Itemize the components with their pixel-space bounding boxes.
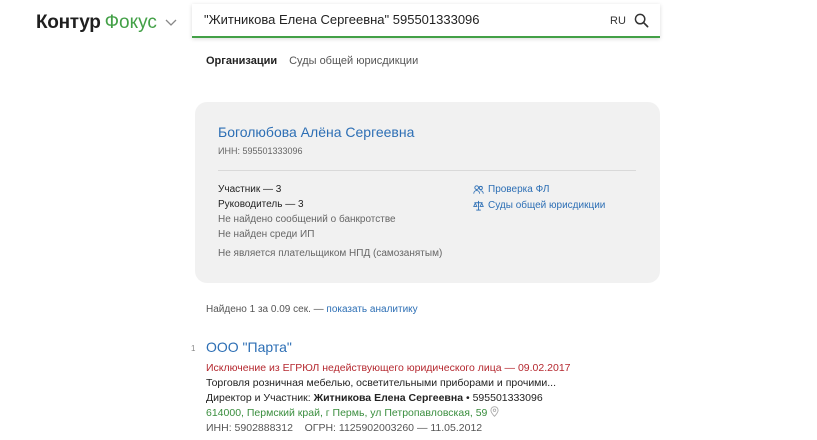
person-inn: ИНН: 595501333096 [218, 146, 303, 156]
language-switch[interactable]: RU [610, 15, 626, 27]
director-count[interactable]: Руководитель — 3 [218, 197, 396, 212]
map-pin-icon[interactable] [490, 406, 499, 417]
exclusion-status: Исключение из ЕГРЮЛ недействующего юриди… [206, 362, 571, 374]
check-person-link[interactable]: Проверка ФЛ [473, 182, 605, 197]
check-person-label: Проверка ФЛ [488, 184, 550, 195]
address[interactable]: 614000, Пермский край, г Пермь, ул Петро… [206, 407, 487, 419]
npd-status: Не является плательщиком НПД (самозаняты… [218, 248, 443, 259]
participant-count[interactable]: Участник — 3 [218, 182, 396, 197]
divider [218, 170, 636, 171]
director-prefix: Директор и Участник: [206, 392, 314, 404]
result-title[interactable]: ООО "Парта" [206, 339, 292, 355]
courts-link[interactable]: Суды общей юрисдикции [473, 198, 605, 213]
chevron-down-icon[interactable] [165, 19, 177, 27]
tab-organizations[interactable]: Организации [206, 55, 277, 67]
search-icon[interactable] [634, 13, 649, 28]
scales-icon [473, 200, 484, 211]
result-tabs: Организации Суды общей юрисдикции [206, 55, 418, 67]
person-card: Боголюбова Алёна Сергеевна ИНН: 59550133… [195, 102, 660, 283]
person-name[interactable]: Боголюбова Алёна Сергеевна [218, 124, 414, 140]
search-summary: Найдено 1 за 0.09 сек. — показать аналит… [206, 304, 418, 315]
logo[interactable]: Контур Фокус [36, 12, 177, 34]
director-name[interactable]: Житникова Елена Сергеевна [314, 392, 464, 404]
activity: Торговля розничная мебелью, осветительны… [206, 377, 557, 389]
company-ids: ИНН: 5902888312 ОГРН: 1125902003260 — 11… [206, 422, 483, 434]
tab-courts[interactable]: Суды общей юрисдикции [289, 55, 418, 67]
address-line: 614000, Пермский край, г Пермь, ул Петро… [206, 406, 571, 421]
bankruptcy-status: Не найдено сообщений о банкротстве [218, 214, 396, 225]
found-text: Найдено 1 за 0.09 сек. — [206, 304, 327, 315]
ip-status: Не найден среди ИП [218, 229, 315, 240]
director-line: Директор и Участник: Житникова Елена Сер… [206, 391, 571, 406]
logo-kontur: Контур [36, 12, 101, 33]
person-facts: Участник — 3 Руководитель — 3 Не найдено… [218, 182, 396, 242]
courts-label: Суды общей юрисдикции [488, 200, 606, 211]
director-inn: • 595501333096 [463, 392, 543, 404]
result-details: Исключение из ЕГРЮЛ недействующего юриди… [206, 361, 571, 436]
result-number: 1 [191, 344, 196, 353]
person-links: Проверка ФЛ Суды общей юрисдикции [473, 182, 605, 214]
show-analytics-link[interactable]: показать аналитику [326, 304, 417, 315]
search-bar: RU [192, 4, 660, 38]
search-input[interactable] [204, 12, 594, 27]
logo-fokus: Фокус [104, 12, 157, 33]
people-icon [473, 185, 484, 194]
